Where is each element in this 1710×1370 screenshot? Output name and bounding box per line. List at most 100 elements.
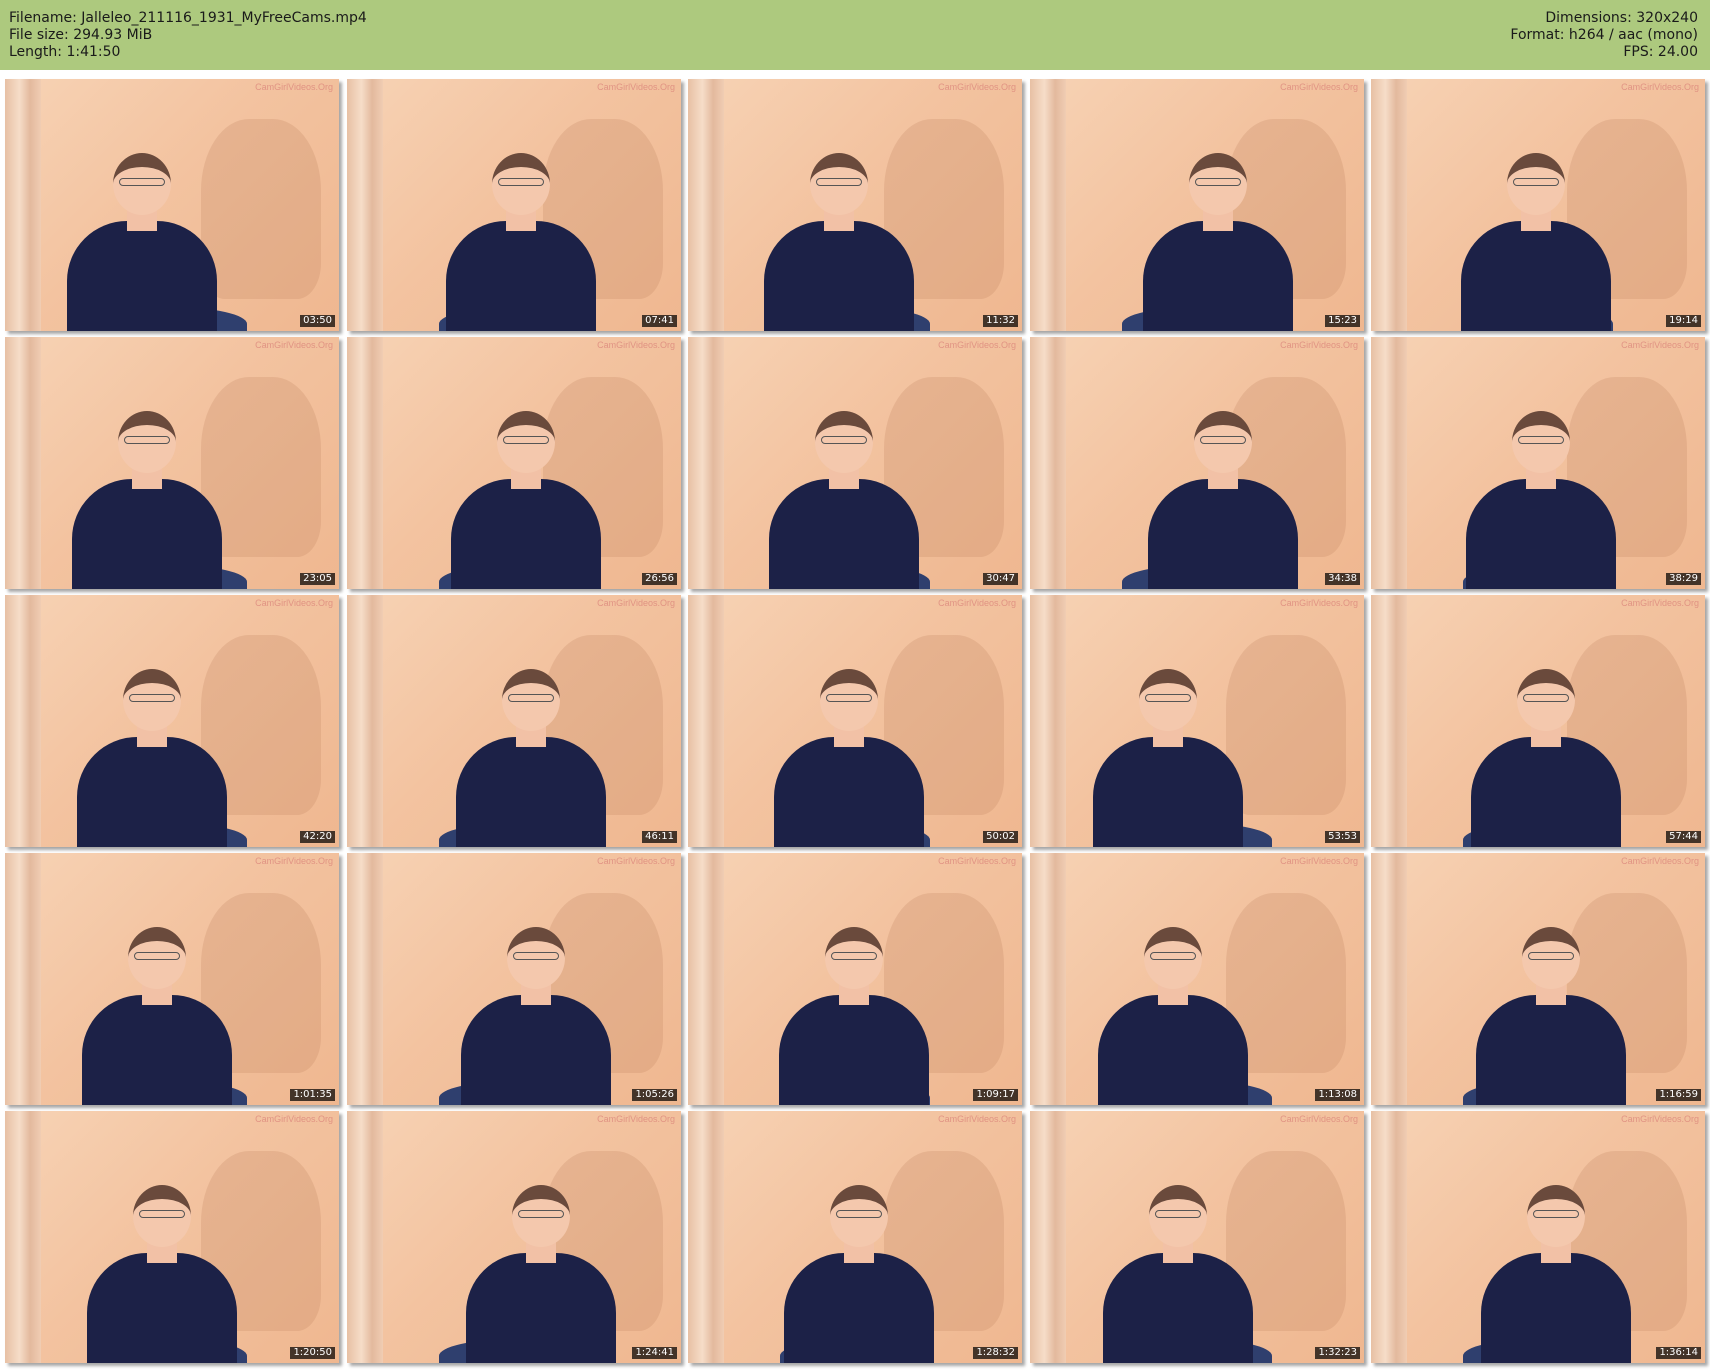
- timestamp-label: 1:28:32: [973, 1347, 1018, 1359]
- person-figure: [441, 927, 631, 1105]
- timestamp-label: 19:14: [1666, 315, 1701, 327]
- timestamp-label: 1:20:50: [290, 1347, 335, 1359]
- thumbnail: CamGirlVideos.Org 1:13:08: [1030, 853, 1364, 1105]
- person-glasses: [124, 436, 170, 444]
- person-glasses: [139, 1210, 185, 1218]
- filesize-text: File size: 294.93 MiB: [9, 27, 153, 43]
- wall-trim: [347, 79, 383, 331]
- person-figure: [764, 1185, 954, 1363]
- thumbnail: CamGirlVideos.Org 03:50: [5, 79, 339, 331]
- person-torso: [1143, 221, 1293, 331]
- person-torso: [461, 995, 611, 1105]
- person-figure: [431, 411, 621, 589]
- watermark-text: CamGirlVideos.Org: [597, 340, 675, 350]
- thumbnail: CamGirlVideos.Org 15:23: [1030, 79, 1364, 331]
- thumbnail: CamGirlVideos.Org 30:47: [688, 337, 1022, 589]
- timestamp-label: 46:11: [642, 831, 677, 843]
- person-glasses: [831, 952, 877, 960]
- person-glasses: [119, 178, 165, 186]
- wall-trim: [1030, 595, 1066, 847]
- watermark-text: CamGirlVideos.Org: [1280, 82, 1358, 92]
- person-glasses: [498, 178, 544, 186]
- person-figure: [1073, 669, 1263, 847]
- person-figure: [1128, 411, 1318, 589]
- person-figure: [62, 927, 252, 1105]
- thumbnail-grid: CamGirlVideos.Org 03:50 CamGirlVideos.Org 0…: [5, 79, 1705, 1365]
- person-torso: [1466, 479, 1616, 589]
- wall-trim: [1030, 337, 1066, 589]
- watermark-text: CamGirlVideos.Org: [255, 340, 333, 350]
- person-figure: [52, 411, 242, 589]
- timestamp-label: 34:38: [1325, 573, 1360, 585]
- person-torso: [456, 737, 606, 847]
- wall-trim: [688, 853, 724, 1105]
- file-info: Filename: Jalleleo_211116_1931_MyFreeCam…: [9, 10, 367, 61]
- person-torso: [1148, 479, 1298, 589]
- wall-trim: [347, 595, 383, 847]
- wall-trim: [688, 595, 724, 847]
- timestamp-label: 30:47: [983, 573, 1018, 585]
- person-glasses: [821, 436, 867, 444]
- watermark-text: CamGirlVideos.Org: [938, 1114, 1016, 1124]
- thumbnail: CamGirlVideos.Org 1:01:35: [5, 853, 339, 1105]
- person-torso: [67, 221, 217, 331]
- person-torso: [784, 1253, 934, 1363]
- wall-trim: [347, 337, 383, 589]
- watermark-text: CamGirlVideos.Org: [597, 82, 675, 92]
- watermark-text: CamGirlVideos.Org: [255, 1114, 333, 1124]
- thumbnail: CamGirlVideos.Org 1:16:59: [1371, 853, 1705, 1105]
- person-torso: [1103, 1253, 1253, 1363]
- person-glasses: [503, 436, 549, 444]
- dimensions-text: Dimensions: 320x240: [1545, 10, 1698, 26]
- watermark-text: CamGirlVideos.Org: [1621, 340, 1699, 350]
- person-glasses: [134, 952, 180, 960]
- wall-trim: [1371, 337, 1407, 589]
- person-figure: [1446, 411, 1636, 589]
- timestamp-label: 1:16:59: [1656, 1089, 1701, 1101]
- watermark-text: CamGirlVideos.Org: [1621, 856, 1699, 866]
- person-figure: [1451, 669, 1641, 847]
- thumbnail: CamGirlVideos.Org 1:36:14: [1371, 1111, 1705, 1363]
- watermark-text: CamGirlVideos.Org: [1280, 856, 1358, 866]
- watermark-text: CamGirlVideos.Org: [597, 856, 675, 866]
- wall-trim: [1371, 595, 1407, 847]
- info-header: Filename: Jalleleo_211116_1931_MyFreeCam…: [0, 0, 1710, 70]
- person-glasses: [1513, 178, 1559, 186]
- wall-trim: [1030, 1111, 1066, 1363]
- wall-trim: [5, 1111, 41, 1363]
- thumbnail: CamGirlVideos.Org 1:28:32: [688, 1111, 1022, 1363]
- person-torso: [1471, 737, 1621, 847]
- thumbnail: CamGirlVideos.Org 42:20: [5, 595, 339, 847]
- watermark-text: CamGirlVideos.Org: [938, 598, 1016, 608]
- person-torso: [82, 995, 232, 1105]
- wall-trim: [5, 595, 41, 847]
- person-glasses: [518, 1210, 564, 1218]
- wall-trim: [1371, 853, 1407, 1105]
- person-glasses: [1195, 178, 1241, 186]
- thumbnail: CamGirlVideos.Org 26:56: [347, 337, 681, 589]
- wall-trim: [1371, 79, 1407, 331]
- person-figure: [749, 411, 939, 589]
- timestamp-label: 53:53: [1325, 831, 1360, 843]
- wall-trim: [688, 337, 724, 589]
- person-figure: [57, 669, 247, 847]
- thumbnail: CamGirlVideos.Org 34:38: [1030, 337, 1364, 589]
- wall-trim: [1030, 853, 1066, 1105]
- person-torso: [774, 737, 924, 847]
- person-torso: [77, 737, 227, 847]
- timestamp-label: 1:24:41: [632, 1347, 677, 1359]
- wall-trim: [347, 1111, 383, 1363]
- thumbnail: CamGirlVideos.Org 07:41: [347, 79, 681, 331]
- watermark-text: CamGirlVideos.Org: [1621, 1114, 1699, 1124]
- person-figure: [1123, 153, 1313, 331]
- timestamp-label: 1:01:35: [290, 1089, 335, 1101]
- fps-text: FPS: 24.00: [1623, 44, 1698, 60]
- person-glasses: [1155, 1210, 1201, 1218]
- person-glasses: [513, 952, 559, 960]
- person-torso: [764, 221, 914, 331]
- timestamp-label: 38:29: [1666, 573, 1701, 585]
- timestamp-label: 1:36:14: [1656, 1347, 1701, 1359]
- person-torso: [451, 479, 601, 589]
- person-glasses: [1145, 694, 1191, 702]
- person-glasses: [1533, 1210, 1579, 1218]
